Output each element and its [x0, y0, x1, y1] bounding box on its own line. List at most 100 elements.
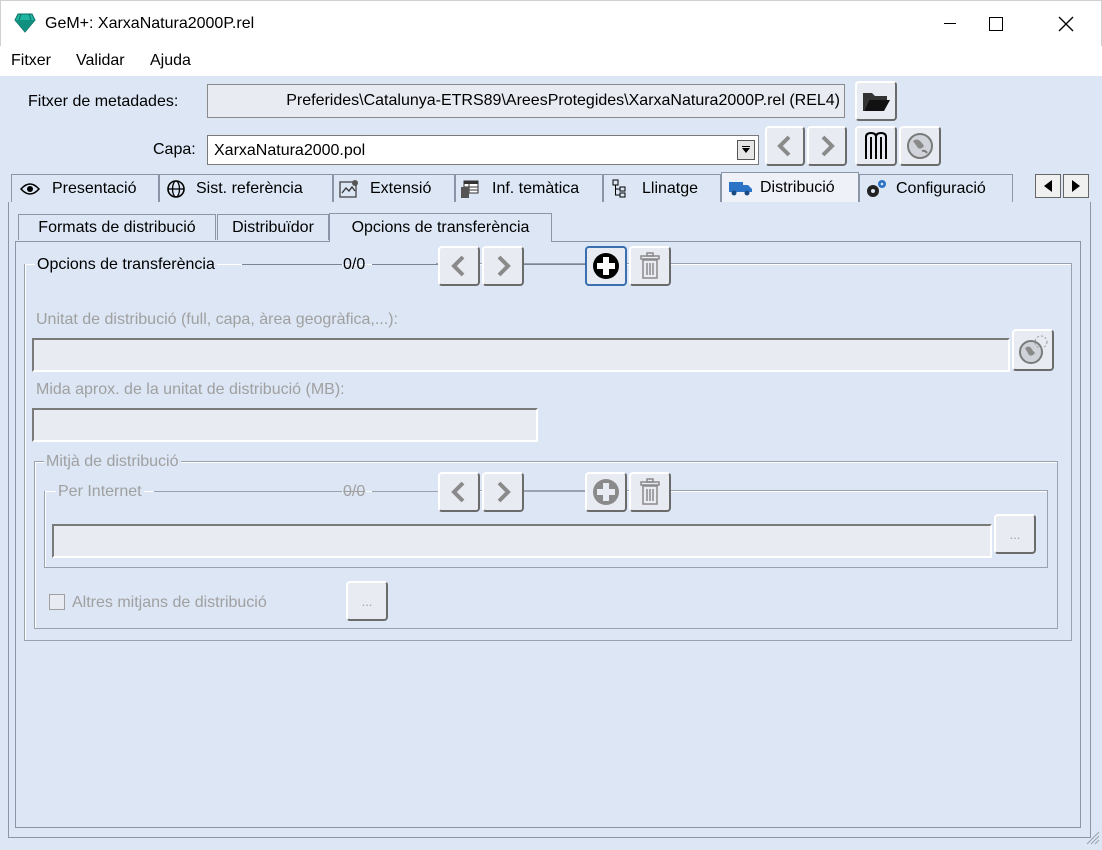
tab-configuracio[interactable]: Configuració [859, 174, 1013, 202]
metadata-m-button[interactable] [855, 126, 897, 166]
menu-fitxer[interactable]: Fitxer [11, 52, 51, 70]
chevron-left-icon [451, 255, 465, 277]
plus-circle-icon [593, 253, 619, 279]
triangle-right-icon [1072, 180, 1080, 192]
eye-icon [20, 182, 40, 195]
other-media-checkbox[interactable] [49, 594, 65, 610]
gem-app-icon [14, 13, 36, 38]
tab-sist-referencia[interactable]: Sist. referència [159, 174, 333, 202]
menu-validar[interactable]: Validar [76, 52, 125, 70]
minimize-button[interactable] [927, 1, 973, 47]
internet-delete-button[interactable] [629, 472, 671, 512]
transfer-prev-button[interactable] [438, 246, 480, 286]
internet-next-button[interactable] [482, 472, 524, 512]
transfer-group-label: Opcions de transferència [35, 256, 217, 274]
tree-icon [612, 179, 626, 197]
tab-label: Inf. temàtica [492, 179, 580, 197]
triangle-left-icon [1044, 180, 1052, 192]
menu-bar: Fitxer Validar Ajuda [0, 46, 1102, 76]
close-icon [1058, 16, 1074, 32]
tab-label: Distribució [760, 179, 835, 196]
subtab-label: Formats de distribució [38, 218, 196, 236]
other-media-button[interactable]: ... [346, 581, 388, 621]
ellipsis-label: ... [1009, 526, 1021, 542]
gears-icon [867, 179, 886, 197]
chevron-right-icon [497, 255, 511, 277]
globe-link-icon [907, 133, 933, 159]
tabs-scroll-right-button[interactable] [1063, 174, 1089, 198]
other-media-label: Altres mitjans de distribució [72, 594, 267, 611]
folder-open-icon [863, 93, 890, 111]
trash-icon [640, 252, 660, 279]
subtab-distribuidor[interactable]: Distribuïdor [217, 214, 329, 240]
globe-link-icon [1019, 335, 1048, 364]
tabs-scroll-left-button[interactable] [1035, 174, 1061, 198]
subtab-label: Distribuïdor [232, 218, 314, 236]
window-title: GeM+: XarxaNatura2000P.rel [45, 15, 255, 32]
transfer-next-button[interactable] [482, 246, 524, 286]
distribution-unit-globe-button[interactable] [1012, 329, 1054, 371]
tab-distribucio[interactable]: Distribució [721, 172, 859, 203]
tab-label: Presentació [52, 179, 137, 197]
internet-add-button[interactable] [585, 472, 627, 512]
open-file-button[interactable] [855, 81, 897, 121]
chevron-right-icon [821, 135, 835, 157]
maximize-icon [989, 17, 1003, 31]
metadata-file-label: Fitxer de metadades: [28, 93, 179, 110]
tab-extensio[interactable]: Extensió [333, 174, 455, 202]
distribution-size-field[interactable] [32, 408, 538, 442]
metadata-file-value: Preferides\Catalunya-ETRS89\AreesProtegi… [286, 92, 840, 109]
layer-next-button[interactable] [807, 126, 847, 166]
subtab-label: Opcions de transferència [351, 219, 530, 236]
transfer-add-button[interactable] [585, 246, 627, 286]
internet-label: Per Internet [56, 483, 144, 501]
tab-inf-tematica[interactable]: Inf. temàtica [455, 174, 603, 202]
maximize-button[interactable] [973, 1, 1019, 47]
subtab-formats-distribucio[interactable]: Formats de distribució [18, 214, 216, 240]
group-line [242, 264, 342, 265]
distribution-unit-field[interactable] [32, 338, 1010, 372]
layer-value: XarxaNatura2000.pol [214, 142, 366, 159]
close-button[interactable] [1043, 1, 1089, 47]
subtab-opcions-transferencia[interactable]: Opcions de transferència [329, 213, 552, 242]
layer-globe-button[interactable] [899, 126, 941, 166]
metadata-m-icon [865, 131, 887, 159]
group-line [372, 264, 438, 265]
layer-label: Capa: [153, 141, 196, 158]
internet-browse-button[interactable]: ... [994, 514, 1036, 554]
internet-url-field[interactable] [52, 524, 992, 558]
minimize-icon [944, 23, 956, 24]
internet-counter: 0/0 [343, 483, 366, 500]
plus-circle-icon [593, 479, 619, 505]
distribution-size-label: Mida aprox. de la unitat de distribució … [36, 381, 345, 398]
group-line [524, 491, 586, 492]
layer-dropdown-button[interactable] [737, 140, 755, 160]
group-line [372, 491, 438, 492]
resize-grip[interactable] [1084, 829, 1100, 845]
layer-select[interactable]: XarxaNatura2000.pol [207, 135, 759, 165]
chevron-down-icon [742, 146, 750, 153]
trash-icon [640, 478, 660, 505]
group-line [154, 491, 342, 492]
tab-label: Configuració [896, 179, 986, 197]
group-line [524, 264, 586, 265]
tab-presentacio[interactable]: Presentació [11, 174, 159, 202]
menu-ajuda[interactable]: Ajuda [150, 52, 191, 70]
transfer-delete-button[interactable] [629, 246, 671, 286]
tab-llinatge[interactable]: Llinatge [603, 174, 721, 202]
resize-grip-icon [1086, 831, 1100, 845]
map-extent-icon [339, 179, 358, 198]
title-bar: GeM+: XarxaNatura2000P.rel [0, 0, 1102, 46]
ellipsis-label: ... [361, 593, 373, 609]
truck-icon [729, 182, 752, 196]
distribution-unit-label: Unitat de distribució (full, capa, àrea … [36, 311, 398, 328]
tab-label: Sist. referència [196, 179, 303, 197]
subtab-baseline-left [15, 241, 329, 242]
transfer-counter: 0/0 [343, 256, 366, 273]
globe-icon [167, 179, 185, 198]
metadata-file-field[interactable]: Preferides\Catalunya-ETRS89\AreesProtegi… [207, 84, 845, 118]
internet-prev-button[interactable] [438, 472, 480, 512]
layer-prev-button[interactable] [765, 126, 805, 166]
chevron-left-icon [451, 481, 465, 503]
subtab-baseline-right [552, 241, 1081, 242]
